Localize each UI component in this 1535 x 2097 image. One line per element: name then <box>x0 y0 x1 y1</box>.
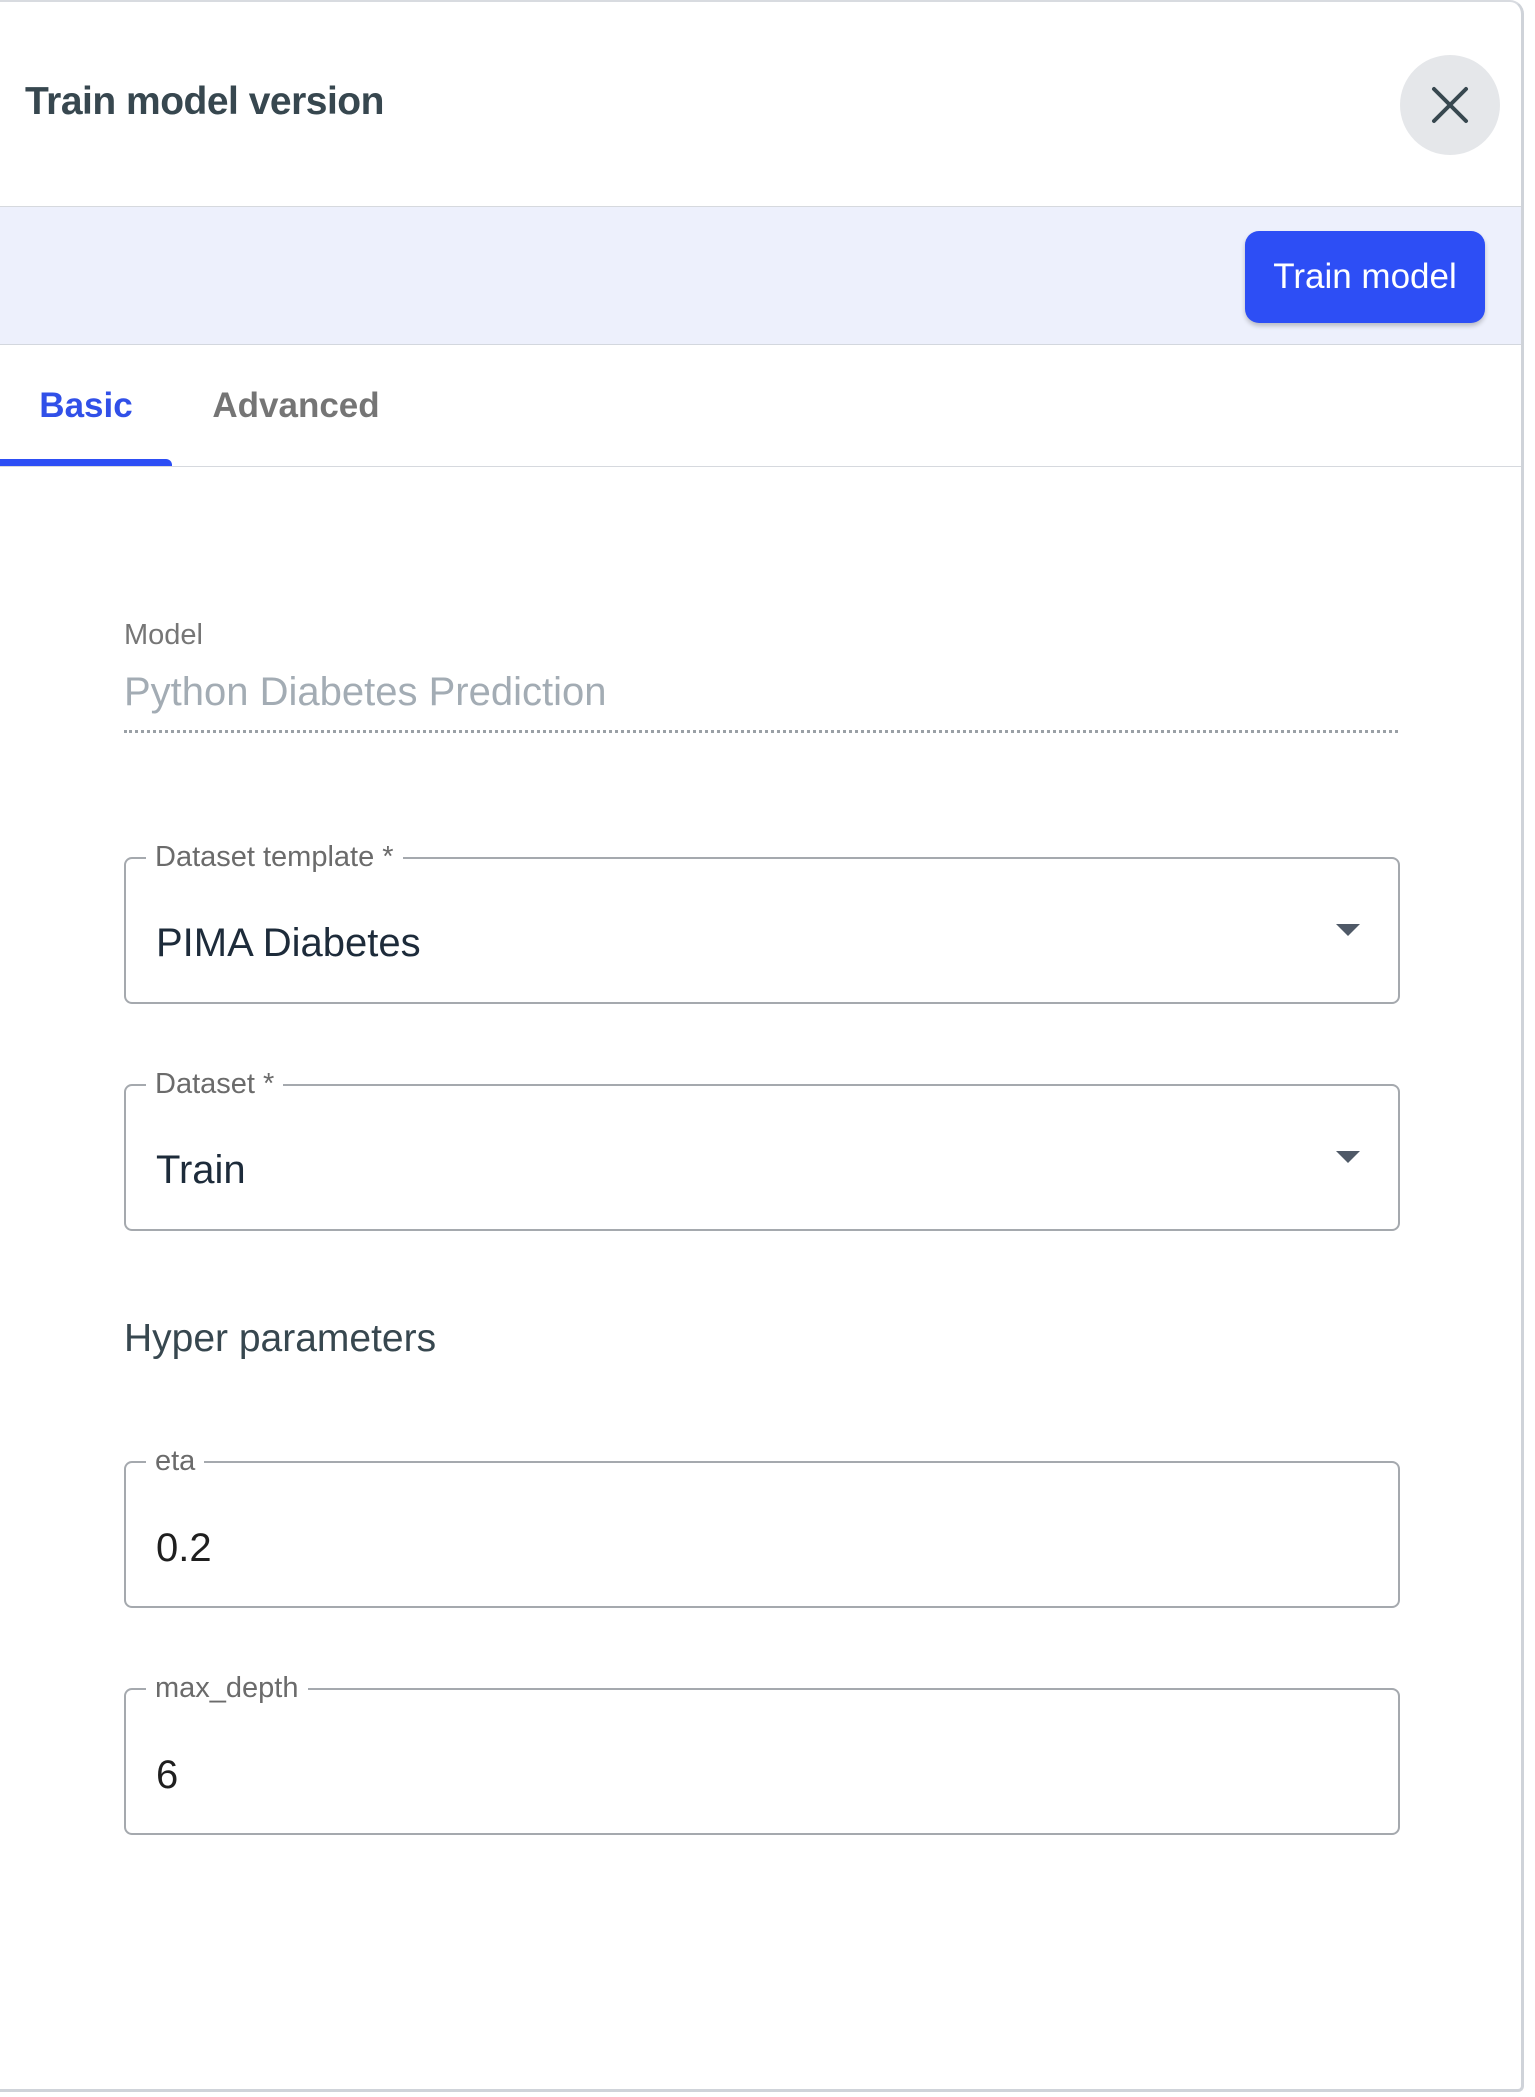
dataset-template-value: PIMA Diabetes <box>156 921 421 965</box>
action-toolbar: Train model <box>0 207 1521 345</box>
max-depth-label: max_depth <box>146 1670 308 1706</box>
dataset-value: Train <box>156 1148 246 1192</box>
chevron-down-icon <box>1336 1151 1360 1163</box>
hyper-parameters-heading: Hyper parameters <box>124 1317 437 1360</box>
active-tab-indicator <box>0 459 172 466</box>
train-model-button[interactable]: Train model <box>1245 231 1485 323</box>
chevron-down-icon <box>1336 924 1360 936</box>
train-model-dialog: Train model version Train model Basic Ad… <box>0 0 1524 2092</box>
dataset-template-select[interactable]: Dataset template * PIMA Diabetes <box>124 839 1400 1004</box>
dataset-template-label: Dataset template * <box>146 839 403 875</box>
close-icon <box>1432 87 1468 123</box>
dataset-label: Dataset * <box>146 1066 284 1102</box>
close-button[interactable] <box>1400 55 1500 155</box>
max-depth-input[interactable] <box>156 1748 1336 1802</box>
model-underline <box>124 730 1398 733</box>
eta-field: eta <box>124 1443 1400 1608</box>
eta-label: eta <box>146 1443 205 1479</box>
tab-basic[interactable]: Basic <box>0 345 172 466</box>
dialog-title: Train model version <box>25 80 384 123</box>
eta-input[interactable] <box>156 1521 1336 1575</box>
model-label: Model <box>124 619 203 651</box>
dialog-header: Train model version <box>0 2 1521 207</box>
tab-advanced[interactable]: Advanced <box>200 345 392 466</box>
max-depth-field: max_depth <box>124 1670 1400 1835</box>
tab-bar: Basic Advanced <box>0 345 1521 467</box>
dataset-select[interactable]: Dataset * Train <box>124 1066 1400 1231</box>
model-value: Python Diabetes Prediction <box>124 670 607 714</box>
